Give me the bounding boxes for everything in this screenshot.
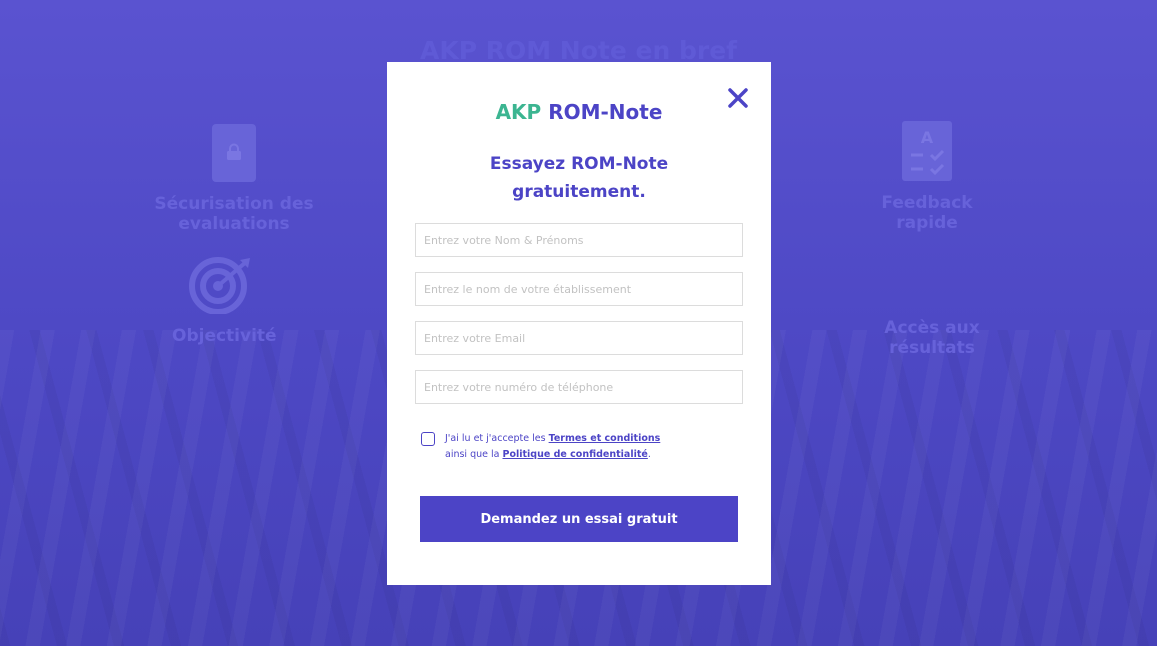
headline-line-2: gratuitement. xyxy=(512,182,646,202)
consent-text: J'ai lu et j'accepte les Termes et condi… xyxy=(445,431,725,463)
name-input[interactable] xyxy=(415,223,743,257)
trial-signup-modal: AKP ROM-Note Essayez ROM-Note gratuiteme… xyxy=(387,62,771,585)
school-input[interactable] xyxy=(415,272,743,306)
feature-label: Objectivité xyxy=(172,326,277,346)
brand-name: ROM-Note xyxy=(548,100,663,124)
email-input[interactable] xyxy=(415,321,743,355)
phone-input[interactable] xyxy=(415,370,743,404)
lock-icon xyxy=(212,124,256,182)
consent-middle: ainsi que la xyxy=(445,449,503,460)
feature-label: Accès aux résultats xyxy=(884,318,980,358)
brand-logo: AKP ROM-Note xyxy=(387,100,771,124)
privacy-link[interactable]: Politique de confidentialité xyxy=(503,449,648,460)
terms-link[interactable]: Termes et conditions xyxy=(549,433,661,444)
consent-checkbox[interactable] xyxy=(421,432,435,446)
feature-results: Accès aux résultats xyxy=(846,318,1018,358)
request-trial-button[interactable]: Demandez un essai gratuit xyxy=(420,496,738,542)
section-title: AKP ROM Note en bref xyxy=(419,36,738,65)
consent-prefix: J'ai lu et j'accepte les xyxy=(445,433,549,444)
modal-headline: Essayez ROM-Note gratuitement. xyxy=(387,150,771,206)
feature-label: Sécurisation des evaluations xyxy=(154,194,314,234)
feature-label: Feedback rapide xyxy=(881,193,973,233)
feature-security: Sécurisation des evaluations xyxy=(107,124,361,234)
target-icon xyxy=(186,256,256,315)
consent-suffix: . xyxy=(647,449,651,460)
brand-accent: AKP xyxy=(495,100,542,124)
svg-text:A: A xyxy=(921,128,934,147)
feature-objectivity: Objectivité xyxy=(172,256,277,346)
headline-line-1: Essayez ROM-Note xyxy=(489,154,669,174)
checklist-icon: A xyxy=(902,121,952,181)
feature-feedback: A Feedback rapide xyxy=(853,121,1001,233)
